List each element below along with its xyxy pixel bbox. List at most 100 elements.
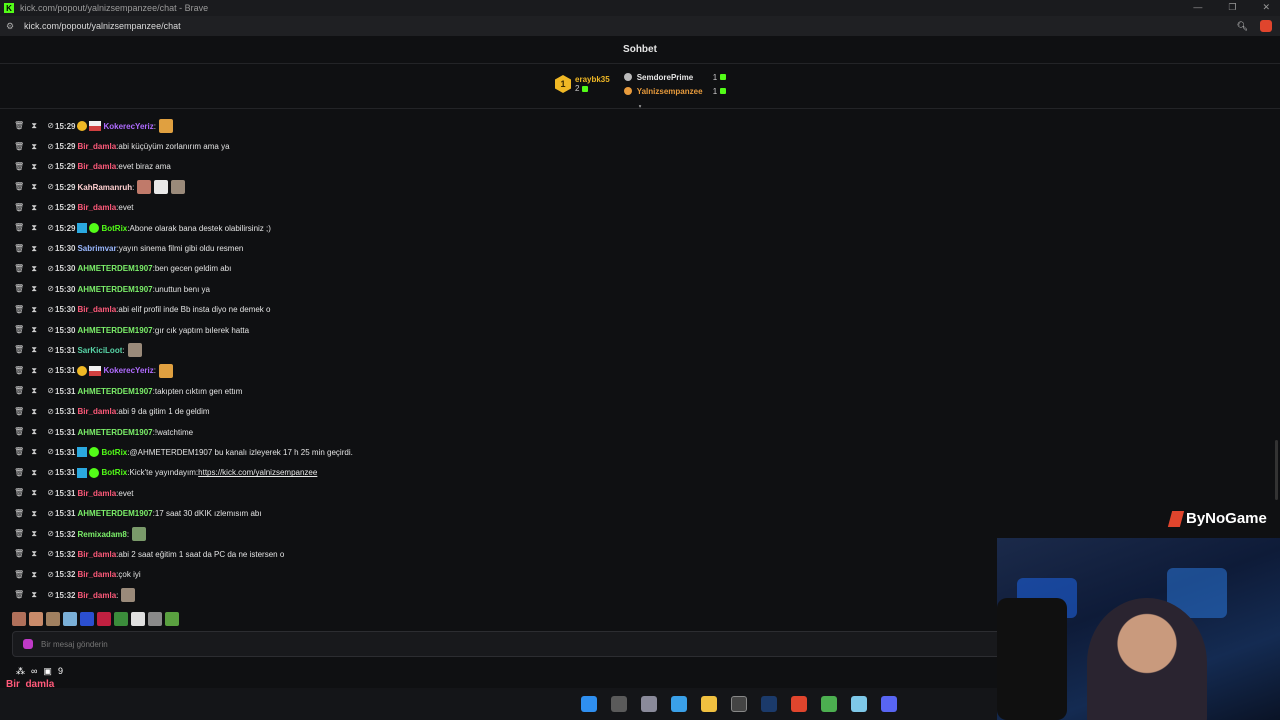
emote-button[interactable] (29, 612, 43, 626)
delete-icon[interactable]: 🗑︎ (14, 549, 24, 559)
delete-icon[interactable]: 🗑︎ (14, 203, 24, 213)
chat-message[interactable]: 🗑︎ ⧗ ⊘ 15:31 BotRix: Kick'te yayındayım: htt… (14, 463, 974, 483)
timeout-icon[interactable]: ⧗ (31, 570, 37, 580)
ban-icon[interactable]: ⊘ (47, 305, 54, 315)
page-scrollbar[interactable] (1275, 440, 1278, 500)
microphone-icon[interactable] (23, 639, 33, 649)
message-username[interactable]: Bir_damla (77, 550, 116, 559)
delete-icon[interactable]: 🗑︎ (14, 284, 24, 294)
timeout-icon[interactable]: ⧗ (31, 121, 37, 131)
ban-icon[interactable]: ⊘ (47, 162, 54, 172)
ban-icon[interactable]: ⊘ (47, 223, 54, 233)
timeout-icon[interactable]: ⧗ (31, 447, 37, 457)
notepad-icon[interactable] (850, 696, 867, 712)
message-username[interactable]: Bir_damla (77, 142, 116, 151)
start-icon[interactable] (580, 696, 597, 712)
timeout-icon[interactable]: ⧗ (31, 284, 37, 294)
chat-message[interactable]: 🗑︎ ⧗ ⊘ 15:29 KahRamanruh: (14, 177, 974, 197)
ban-icon[interactable]: ⊘ (47, 570, 54, 580)
message-username[interactable]: Bir_damla (77, 203, 116, 212)
chat-message[interactable]: 🗑︎ ⧗ ⊘ 15:30 AHMETERDEM1907: unuttun benı ya (14, 279, 974, 299)
top-gifter-3[interactable]: Yalnizsempanzee 1 (623, 84, 727, 98)
delete-icon[interactable]: 🗑︎ (14, 570, 24, 580)
timeout-icon[interactable]: ⧗ (31, 427, 37, 437)
expand-pinned-icon[interactable]: ⩡ (634, 102, 646, 112)
timeout-icon[interactable]: ⧗ (31, 407, 37, 417)
delete-icon[interactable]: 🗑︎ (14, 345, 24, 355)
message-username[interactable]: Bir_damla (77, 570, 116, 579)
delete-icon[interactable]: 🗑︎ (14, 182, 24, 192)
minimize-icon[interactable]: — (1193, 2, 1202, 13)
chat-message[interactable]: 🗑︎ ⧗ ⊘ 15:32 Bir_damla: abi 2 saat eğitim 1 … (14, 544, 974, 564)
message-username[interactable]: BotRix (101, 468, 127, 477)
message-username[interactable]: SarKiciLoot (77, 346, 122, 355)
emote-button[interactable] (148, 612, 162, 626)
emote-button[interactable] (131, 612, 145, 626)
top-gifter-1[interactable]: 1 eraybk35 2 (555, 70, 610, 98)
chat-message[interactable]: 🗑︎ ⧗ ⊘ 15:30 AHMETERDEM1907: gır cık yaptım … (14, 320, 974, 340)
brave-icon[interactable] (790, 696, 807, 712)
delete-icon[interactable]: 🗑︎ (14, 386, 24, 396)
message-username[interactable]: AHMETERDEM1907 (77, 509, 152, 518)
chat-message[interactable]: 🗑︎ ⧗ ⊘ 15:31 AHMETERDEM1907: 17 saat 30 dKIK… (14, 503, 974, 523)
message-username[interactable]: AHMETERDEM1907 (77, 326, 152, 335)
delete-icon[interactable]: 🗑︎ (14, 162, 24, 172)
app-icon[interactable] (670, 696, 687, 712)
chat-message[interactable]: 🗑︎ ⧗ ⊘ 15:31 AHMETERDEM1907: !watchtime (14, 422, 974, 442)
ban-icon[interactable]: ⊘ (47, 549, 54, 559)
message-username[interactable]: AHMETERDEM1907 (77, 387, 152, 396)
timeout-icon[interactable]: ⧗ (31, 264, 37, 274)
chat-message[interactable]: 🗑︎ ⧗ ⊘ 15:29 Bir_damla: abi küçüyüm zorlanır… (14, 136, 974, 156)
chat-message[interactable]: 🗑︎ ⧗ ⊘ 15:31 Bir_damla: evet (14, 483, 974, 503)
ban-icon[interactable]: ⊘ (47, 182, 54, 192)
message-username[interactable]: KahRamanruh (77, 183, 132, 192)
chat-message[interactable]: 🗑︎ ⧗ ⊘ 15:31 SarKiciLoot: (14, 340, 974, 360)
ban-icon[interactable]: ⊘ (47, 447, 54, 457)
ban-icon[interactable]: ⊘ (47, 203, 54, 213)
delete-icon[interactable]: 🗑︎ (14, 366, 24, 376)
message-username[interactable]: Bir_damla (77, 489, 116, 498)
timeout-icon[interactable]: ⧗ (31, 590, 37, 600)
message-username[interactable]: BotRix (101, 448, 127, 457)
message-username[interactable]: Bir_damla (77, 407, 116, 416)
timeout-icon[interactable]: ⧗ (31, 345, 37, 355)
timeout-icon[interactable]: ⧗ (31, 325, 37, 335)
ban-icon[interactable]: ⊘ (47, 488, 54, 498)
ban-icon[interactable]: ⊘ (47, 590, 54, 600)
timeout-icon[interactable]: ⧗ (31, 529, 37, 539)
ban-icon[interactable]: ⊘ (47, 325, 54, 335)
chat-message[interactable]: 🗑︎ ⧗ ⊘ 15:29 Bir_damla: evet biraz ama (14, 157, 974, 177)
obs-icon[interactable] (730, 696, 747, 712)
message-username[interactable]: Bir_damla (77, 162, 116, 171)
maximize-icon[interactable]: ❐ (1228, 2, 1236, 13)
chat-message[interactable]: 🗑︎ ⧗ ⊘ 15:30 Sabrimvar: yayın sinema filmi g… (14, 238, 974, 258)
chat-message[interactable]: 🗑︎ ⧗ ⊘ 15:31 AHMETERDEM1907: takıpten cıktım… (14, 381, 974, 401)
ban-icon[interactable]: ⊘ (47, 121, 54, 131)
timeout-icon[interactable]: ⧗ (31, 386, 37, 396)
chat-message[interactable]: 🗑︎ ⧗ ⊘ 15:31 KokerecYeriz: (14, 361, 974, 381)
delete-icon[interactable]: 🗑︎ (14, 468, 24, 478)
chat-message[interactable]: 🗑︎ ⧗ ⊘ 15:29 Bir_damla: evet (14, 198, 974, 218)
message-username[interactable]: Bir_damla (77, 305, 116, 314)
chat-message[interactable]: 🗑︎ ⧗ ⊘ 15:29 KokerecYeriz: (14, 116, 974, 136)
discord-icon[interactable] (880, 696, 897, 712)
ban-icon[interactable]: ⊘ (47, 244, 54, 254)
emote-button[interactable] (12, 612, 26, 626)
delete-icon[interactable]: 🗑︎ (14, 121, 24, 131)
timeout-icon[interactable]: ⧗ (31, 488, 37, 498)
message-username[interactable]: Sabrimvar (77, 244, 116, 253)
message-username[interactable]: Remixadam8 (77, 530, 126, 539)
chat-input[interactable] (41, 639, 941, 649)
ban-icon[interactable]: ⊘ (47, 468, 54, 478)
chat-message[interactable]: 🗑︎ ⧗ ⊘ 15:29 BotRix: Abone olarak bana deste… (14, 218, 974, 238)
delete-icon[interactable]: 🗑︎ (14, 325, 24, 335)
delete-icon[interactable]: 🗑︎ (14, 488, 24, 498)
chat-message[interactable]: 🗑︎ ⧗ ⊘ 15:32 Bir_damla: (14, 585, 974, 605)
close-icon[interactable]: ✕ (1262, 2, 1270, 13)
delete-icon[interactable]: 🗑︎ (14, 590, 24, 600)
chat-message[interactable]: 🗑︎ ⧗ ⊘ 15:30 Bir_damla: abi elif profil inde… (14, 300, 974, 320)
delete-icon[interactable]: 🗑︎ (14, 529, 24, 539)
app-icon[interactable] (640, 696, 657, 712)
ban-icon[interactable]: ⊘ (47, 427, 54, 437)
delete-icon[interactable]: 🗑︎ (14, 509, 24, 519)
